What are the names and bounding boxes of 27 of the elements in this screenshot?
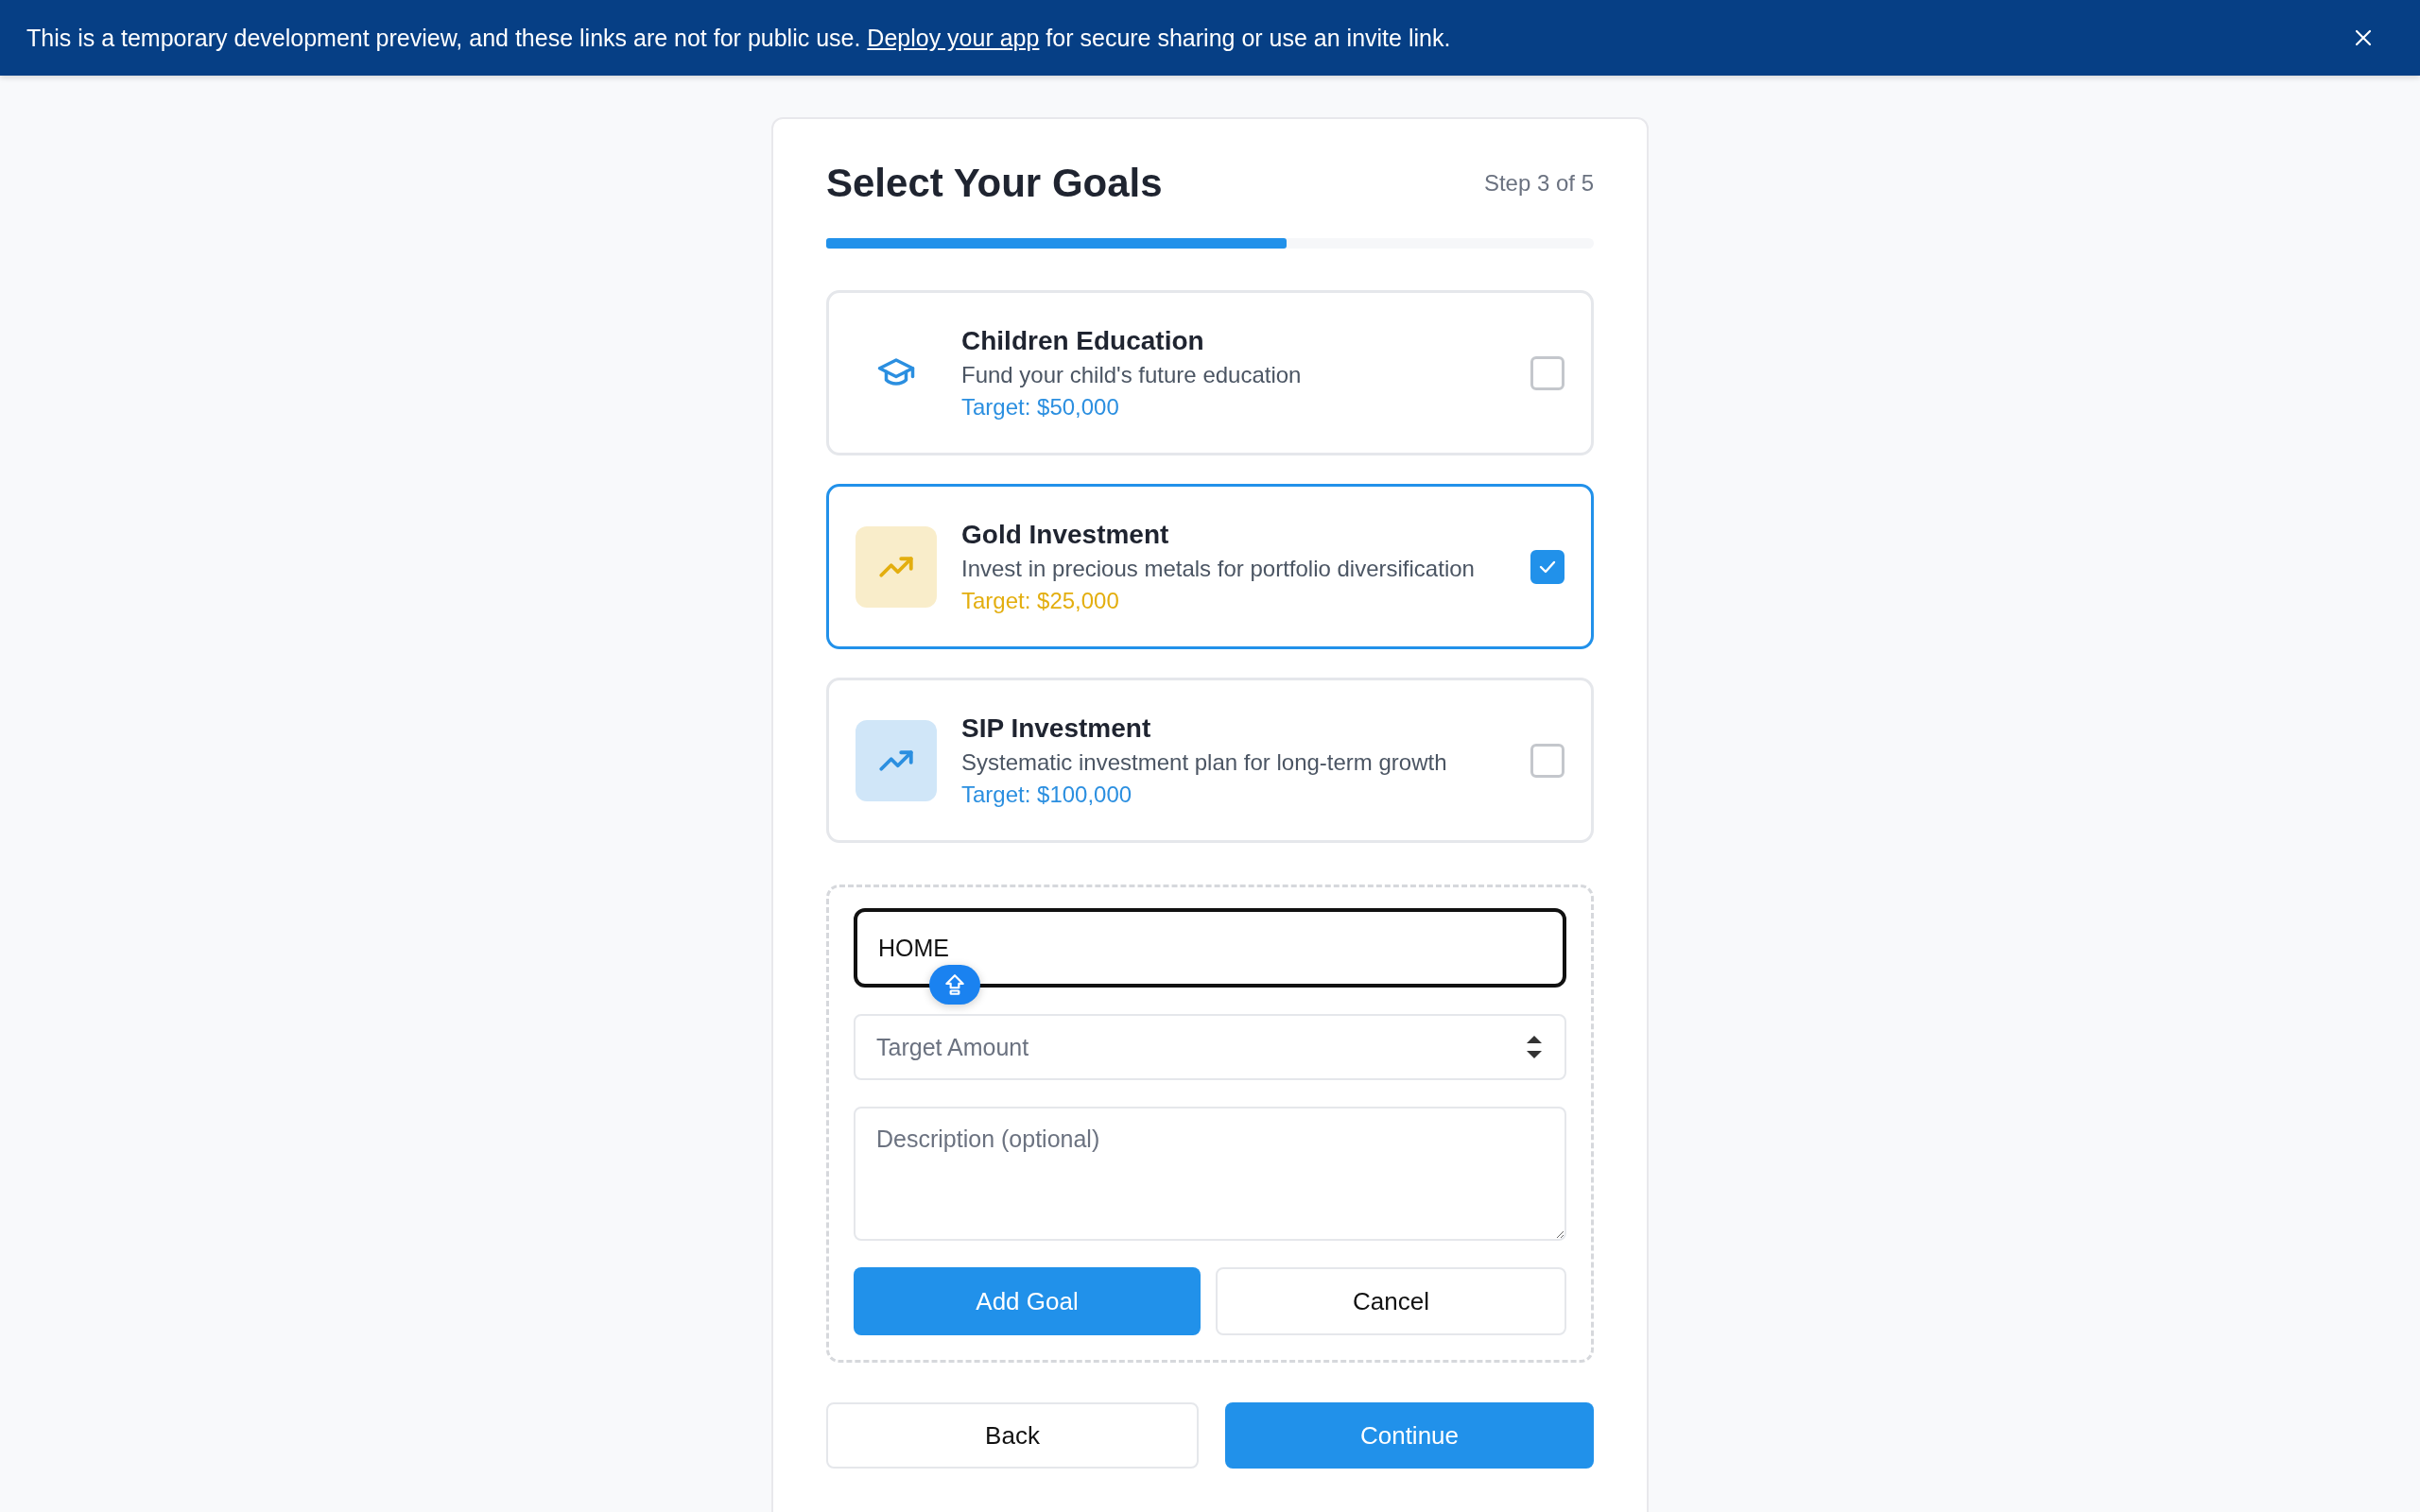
close-icon[interactable] bbox=[2354, 28, 2373, 47]
back-button[interactable]: Back bbox=[826, 1402, 1199, 1469]
goal-title: Gold Investment bbox=[961, 519, 1170, 550]
cancel-button[interactable]: Cancel bbox=[1216, 1267, 1566, 1335]
goal-target: Target: $25,000 bbox=[961, 587, 1120, 614]
goal-title: Children Education bbox=[961, 325, 1205, 356]
goal-description: Systematic investment plan for long-term growth bbox=[961, 748, 1448, 776]
goal-option[interactable]: Gold Investment Invest in precious metals for portfolio diversification Target: $25,000 bbox=[826, 484, 1594, 649]
goal-description: Fund your child's future education bbox=[961, 361, 1303, 388]
step-indicator: Step 3 of 5 bbox=[1483, 170, 1594, 197]
description-textarea[interactable]: Description (optional) bbox=[854, 1107, 1566, 1241]
goal-option[interactable]: Children Education Fund your child's future education Target: $50,000 bbox=[826, 290, 1594, 455]
goal-checkbox[interactable] bbox=[1530, 743, 1564, 778]
spinner-icon[interactable] bbox=[1525, 1034, 1544, 1060]
banner-message: This is a temporary development preview, and these links are not for public use. Deploy your app for secure sharing or use an invite link. bbox=[26, 24, 1451, 52]
target-amount-input[interactable]: Target Amount bbox=[854, 1014, 1566, 1080]
goal-option[interactable]: SIP Investment Systematic investment plan for long-term growth Target: $100,000 bbox=[826, 678, 1594, 843]
caps-lock-indicator bbox=[929, 965, 980, 1005]
goal-checkbox[interactable] bbox=[1530, 549, 1564, 584]
goal-target: Target: $50,000 bbox=[961, 393, 1120, 421]
goal-checkbox[interactable] bbox=[1530, 355, 1564, 390]
goal-description: Invest in precious metals for portfolio diversification bbox=[961, 555, 1476, 582]
page-title: Select Your Goals bbox=[826, 161, 1163, 206]
goal-name-input[interactable]: HOME bbox=[854, 908, 1566, 988]
goal-target: Target: $100,000 bbox=[961, 781, 1133, 808]
goal-title: SIP Investment bbox=[961, 713, 1152, 744]
deploy-link[interactable]: Deploy your app bbox=[867, 24, 1040, 51]
